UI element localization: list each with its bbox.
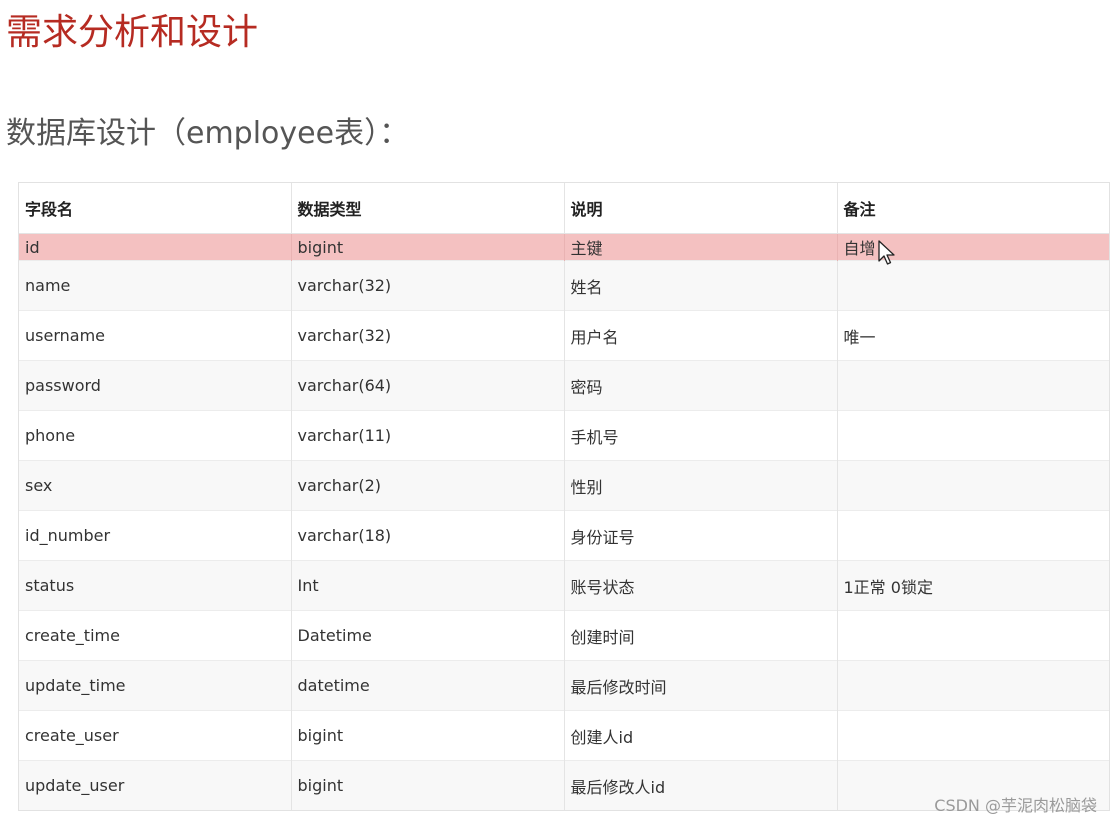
cell-field-name: create_time (19, 610, 291, 661)
table-row: create_time Datetime 创建时间 (19, 610, 1109, 661)
watermark: CSDN @芋泥肉松脑袋 (934, 796, 1097, 815)
table-row: name varchar(32) 姓名 (19, 260, 1109, 311)
cell-remark (836, 660, 1109, 711)
cell-data-type: varchar(11) (290, 410, 564, 461)
cell-field-name: status (19, 560, 291, 611)
mouse-pointer-icon (878, 240, 895, 265)
cell-data-type: varchar(18) (290, 510, 564, 561)
cell-field-name: password (19, 360, 291, 411)
cell-field-name: id_number (19, 510, 291, 561)
cell-data-type: varchar(2) (290, 460, 564, 511)
cell-field-name: id (19, 233, 291, 261)
table-row: phone varchar(11) 手机号 (19, 410, 1109, 461)
table-row-highlighted: id bigint 主键 自增 (19, 233, 1109, 261)
column-header-description: 说明 (563, 183, 837, 234)
cell-description: 创建时间 (563, 610, 837, 661)
cell-field-name: username (19, 310, 291, 361)
cell-data-type: bigint (290, 710, 564, 761)
cell-data-type: Datetime (290, 610, 564, 661)
table-row: status Int 账号状态 1正常 0锁定 (19, 560, 1109, 611)
cell-description: 账号状态 (563, 560, 837, 611)
cell-field-name: phone (19, 410, 291, 461)
table-row: id_number varchar(18) 身份证号 (19, 510, 1109, 561)
cell-description: 姓名 (563, 260, 837, 311)
cell-description: 最后修改人id (563, 760, 837, 810)
table-header: 字段名 数据类型 说明 备注 (19, 183, 1109, 234)
slide-title: 需求分析和设计 (6, 12, 259, 53)
section-heading: 数据库设计（employee表）： (6, 116, 410, 151)
employee-table: 字段名 数据类型 说明 备注 id bigint 主键 自增 name varc… (19, 183, 1109, 810)
table-header-row: 字段名 数据类型 说明 备注 (19, 183, 1109, 234)
column-header-remark: 备注 (836, 183, 1109, 234)
cell-field-name: sex (19, 460, 291, 511)
employee-table-container: 字段名 数据类型 说明 备注 id bigint 主键 自增 name varc… (18, 182, 1110, 811)
cell-data-type: Int (290, 560, 564, 611)
cell-remark (836, 260, 1109, 311)
cell-remark (836, 360, 1109, 411)
table-row: password varchar(64) 密码 (19, 360, 1109, 411)
cell-field-name: create_user (19, 710, 291, 761)
cell-field-name: update_user (19, 760, 291, 810)
cell-remark (836, 460, 1109, 511)
cell-remark (836, 610, 1109, 661)
cell-data-type: datetime (290, 660, 564, 711)
cell-description: 手机号 (563, 410, 837, 461)
cell-field-name: name (19, 260, 291, 311)
cell-description: 主键 (563, 233, 837, 261)
cell-remark (836, 410, 1109, 461)
cell-data-type: bigint (290, 760, 564, 810)
cell-data-type: varchar(32) (290, 310, 564, 361)
cell-description: 用户名 (563, 310, 837, 361)
cell-remark (836, 510, 1109, 561)
table-row: create_user bigint 创建人id (19, 710, 1109, 761)
table-body: id bigint 主键 自增 name varchar(32) 姓名 user… (19, 233, 1109, 810)
cell-description: 最后修改时间 (563, 660, 837, 711)
table-row: sex varchar(2) 性别 (19, 460, 1109, 511)
table-row: update_time datetime 最后修改时间 (19, 660, 1109, 711)
cell-remark: 唯一 (836, 310, 1109, 361)
column-header-data-type: 数据类型 (290, 183, 564, 234)
cell-description: 性别 (563, 460, 837, 511)
cell-description: 创建人id (563, 710, 837, 761)
cell-description: 密码 (563, 360, 837, 411)
cell-field-name: update_time (19, 660, 291, 711)
cell-data-type: varchar(32) (290, 260, 564, 311)
table-row: username varchar(32) 用户名 唯一 (19, 310, 1109, 361)
cell-data-type: bigint (290, 233, 564, 261)
cell-remark: 1正常 0锁定 (836, 560, 1109, 611)
cell-description: 身份证号 (563, 510, 837, 561)
cell-data-type: varchar(64) (290, 360, 564, 411)
cell-remark (836, 710, 1109, 761)
column-header-field-name: 字段名 (19, 183, 291, 234)
